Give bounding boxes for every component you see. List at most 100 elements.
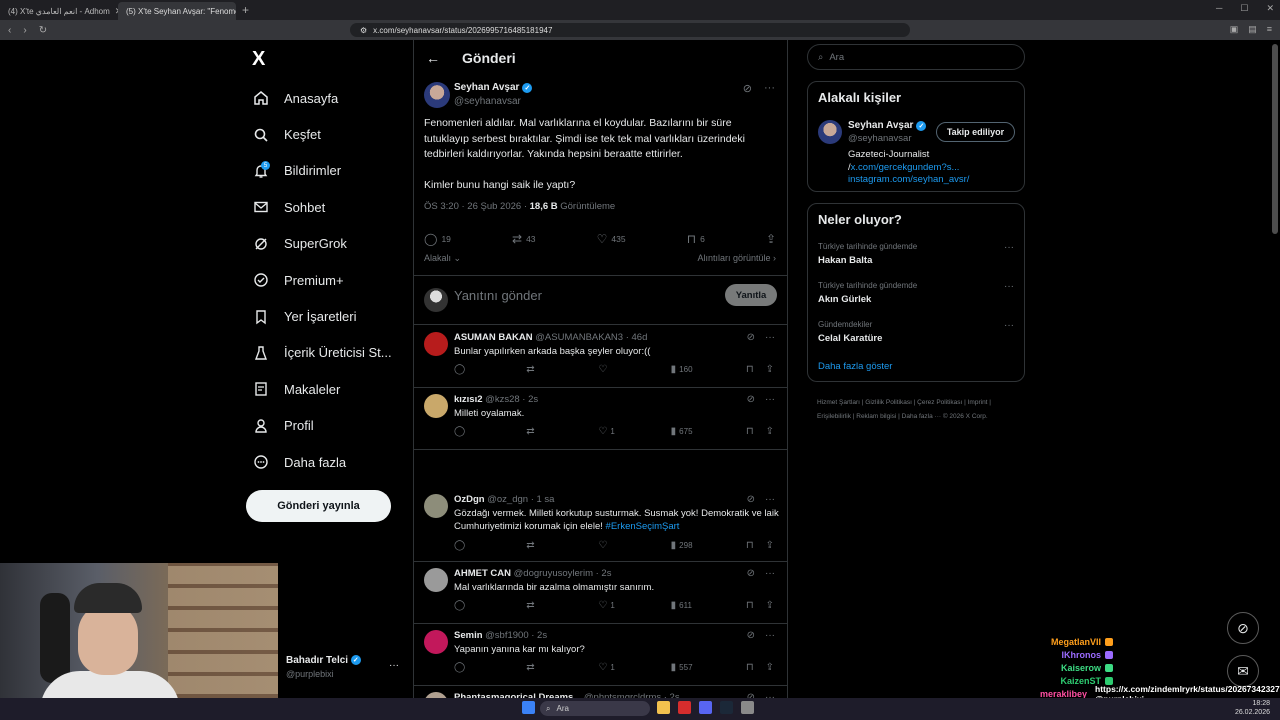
sidebar-icon[interactable]: ▤ bbox=[1248, 24, 1257, 35]
system-clock[interactable]: 18:28 26.02.2026 bbox=[1235, 699, 1270, 717]
more-options-icon[interactable]: ··· bbox=[1004, 242, 1014, 253]
hashtag-link[interactable]: #ErkenSeçimŞart bbox=[606, 521, 680, 532]
new-tab-icon[interactable]: + bbox=[236, 3, 255, 17]
reply-input[interactable]: Yanıtını gönder bbox=[454, 288, 542, 303]
share-button[interactable]: ⇪ bbox=[766, 540, 774, 551]
share-button[interactable]: ⇪ bbox=[766, 426, 774, 437]
bookmark-button[interactable]: ⊓ bbox=[746, 426, 766, 437]
repost-button[interactable]: ⇄ bbox=[526, 540, 598, 551]
sidebar-item-home[interactable]: Anasayfa bbox=[252, 80, 392, 116]
views-button[interactable]: ▮ 557 bbox=[671, 662, 746, 673]
view-quotes-link[interactable]: Alıntıları görüntüle › bbox=[697, 253, 776, 264]
reply-avatar[interactable] bbox=[424, 630, 448, 654]
bookmark-button[interactable]: ⊓ bbox=[746, 662, 766, 673]
reply-author-name[interactable]: Semin bbox=[454, 630, 483, 641]
back-icon[interactable]: ‹ bbox=[8, 25, 11, 36]
repost-button[interactable]: ⇄ 43 bbox=[512, 232, 536, 246]
trend-item[interactable]: Gündemdekiler Celal Karatüre ··· bbox=[818, 320, 1014, 344]
maximize-icon[interactable]: ☐ bbox=[1240, 3, 1248, 14]
url-field[interactable]: ⚙ x.com/seyhanavsar/status/2026995716485… bbox=[350, 23, 910, 37]
reply-button[interactable]: ◯ 19 bbox=[424, 232, 451, 246]
post-timestamp[interactable]: ÖS 3:20 · 26 Şub 2026 · bbox=[424, 201, 530, 212]
grok-icon[interactable]: ⊘ bbox=[747, 494, 755, 505]
bookmark-button[interactable]: ⊓ bbox=[746, 600, 766, 611]
more-options-icon[interactable]: ··· bbox=[765, 494, 775, 505]
sidebar-item-bookmarks[interactable]: Yer İşaretleri bbox=[252, 298, 392, 334]
footer-links[interactable]: Hizmet Şartları | Gizlilik Politikası | … bbox=[817, 396, 1025, 424]
following-button[interactable]: Takip ediliyor bbox=[936, 122, 1015, 142]
post-author[interactable]: Seyhan Avşar ✓ @seyhanavsar bbox=[454, 82, 533, 107]
reply-button[interactable]: ◯ bbox=[454, 364, 526, 375]
more-options-icon[interactable]: ··· bbox=[1004, 320, 1014, 331]
reload-icon[interactable]: ↻ bbox=[39, 25, 47, 36]
reply-button[interactable]: ◯ bbox=[454, 540, 526, 551]
wallet-icon[interactable]: ▣ bbox=[1230, 24, 1239, 35]
menu-icon[interactable]: ≡ bbox=[1267, 24, 1272, 35]
brave-icon[interactable] bbox=[678, 701, 691, 714]
bookmark-button[interactable]: ⊓ 6 bbox=[687, 232, 705, 246]
sidebar-item-explore[interactable]: Keşfet bbox=[252, 116, 392, 152]
reply-item[interactable]: ASUMAN BAKAN @ASUMANBAKAN3 · 46d ⊘ ··· Bunl… bbox=[414, 326, 787, 388]
like-button[interactable]: ♡ bbox=[598, 364, 670, 375]
related-avatar[interactable] bbox=[818, 120, 842, 144]
grok-icon[interactable]: ⊘ bbox=[747, 394, 755, 405]
sidebar-item-supergrok[interactable]: SuperGrok bbox=[252, 226, 392, 262]
share-button[interactable]: ⇪ bbox=[766, 364, 774, 375]
grok-icon[interactable]: ⊘ bbox=[747, 332, 755, 343]
grok-icon[interactable]: ⊘ bbox=[747, 568, 755, 579]
show-more-link[interactable]: Daha fazla göster bbox=[818, 361, 892, 372]
x-logo[interactable]: X bbox=[252, 48, 265, 71]
more-options-icon[interactable]: ··· bbox=[764, 82, 775, 95]
reply-submit-button[interactable]: Yanıtla bbox=[725, 284, 777, 306]
reply-avatar[interactable] bbox=[424, 568, 448, 592]
search-input[interactable]: ⌕ Ara bbox=[807, 44, 1025, 70]
browser-tab-2[interactable]: (5) X'te Seyhan Avşar: "Fenomen✕ bbox=[118, 2, 236, 20]
taskbar-search[interactable]: ⌕ Ara bbox=[540, 701, 650, 716]
reply-button[interactable]: ◯ bbox=[454, 426, 526, 437]
like-button[interactable]: ♡ 1 bbox=[598, 662, 670, 673]
reply-author-name[interactable]: OzDgn bbox=[454, 494, 485, 505]
like-button[interactable]: ♡ 1 bbox=[598, 600, 670, 611]
sidebar-item-chat[interactable]: Sohbet bbox=[252, 189, 392, 225]
more-options-icon[interactable]: ··· bbox=[765, 394, 775, 405]
reply-avatar[interactable] bbox=[424, 332, 448, 356]
windows-start-icon[interactable] bbox=[522, 701, 535, 714]
views-button[interactable]: ▮ 298 bbox=[671, 540, 746, 551]
sidebar-item-profile[interactable]: Profil bbox=[252, 408, 392, 444]
folder-icon[interactable] bbox=[657, 701, 670, 714]
bookmark-button[interactable]: ⊓ bbox=[746, 540, 766, 551]
back-arrow-icon[interactable]: ← bbox=[426, 50, 440, 66]
repost-button[interactable]: ⇄ bbox=[526, 426, 598, 437]
more-options-icon[interactable]: ··· bbox=[765, 630, 775, 641]
views-button[interactable]: ▮ 611 bbox=[671, 600, 746, 611]
more-options-icon[interactable]: ··· bbox=[1004, 281, 1014, 292]
reply-item[interactable]: kızısı2 @kzs28 · 2s ⊘ ··· Milleti oyalamak.… bbox=[414, 388, 787, 450]
reply-item[interactable]: AHMET CAN @dogruyusoylerim · 2s ⊘ ··· Mal v… bbox=[414, 562, 787, 624]
reply-button[interactable]: ◯ bbox=[454, 600, 526, 611]
reply-item[interactable]: Semin @sbf1900 · 2s ⊘ ··· Yapanın yanına ka… bbox=[414, 624, 787, 686]
browser-tab-1[interactable]: (4) X'te انعم العامدي - Adhom✕ bbox=[0, 2, 118, 20]
sort-dropdown[interactable]: Alakalı ⌄ bbox=[424, 253, 461, 264]
grok-icon[interactable]: ⊘ bbox=[747, 630, 755, 641]
sidebar-item-creator-studio[interactable]: İçerik Üreticisi St... bbox=[252, 335, 392, 371]
reply-avatar[interactable] bbox=[424, 494, 448, 518]
reply-button[interactable]: ◯ bbox=[454, 662, 526, 673]
scrollbar[interactable] bbox=[1272, 44, 1278, 234]
repost-button[interactable]: ⇄ bbox=[526, 600, 598, 611]
like-button[interactable]: ♡ 435 bbox=[597, 232, 626, 246]
views-button[interactable]: ▮ 160 bbox=[671, 364, 746, 375]
minimize-icon[interactable]: ─ bbox=[1216, 3, 1222, 14]
views-button[interactable]: ▮ 675 bbox=[671, 426, 746, 437]
author-avatar[interactable] bbox=[424, 82, 450, 108]
account-more-icon[interactable]: ··· bbox=[389, 660, 399, 671]
grok-icon[interactable]: ⊘ bbox=[743, 82, 752, 95]
sidebar-item-notifications[interactable]: 5 Bildirimler bbox=[252, 153, 392, 189]
bio-link[interactable]: instagram.com/seyhan_avsr/ bbox=[848, 174, 969, 187]
sidebar-item-more[interactable]: Daha fazla bbox=[252, 444, 392, 480]
steam-icon[interactable] bbox=[720, 701, 733, 714]
reply-author-name[interactable]: AHMET CAN bbox=[454, 568, 511, 579]
share-button[interactable]: ⇪ bbox=[766, 662, 774, 673]
reply-author-name[interactable]: kızısı2 bbox=[454, 394, 483, 405]
post-button[interactable]: Gönderi yayınla bbox=[246, 490, 391, 522]
bio-link[interactable]: x.com/gercekgundem?s... bbox=[851, 162, 960, 173]
